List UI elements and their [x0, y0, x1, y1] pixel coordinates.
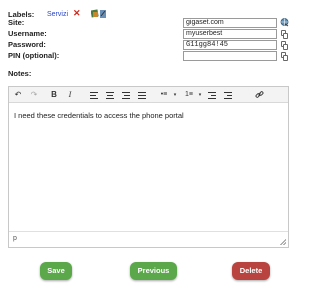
copy-pin-icon[interactable] — [281, 52, 288, 61]
undo-button[interactable]: ↶ — [13, 87, 23, 103]
outdent-button[interactable] — [207, 87, 217, 103]
copy-username-icon[interactable] — [281, 30, 288, 39]
numbered-list-dropdown-icon[interactable]: ▾ — [197, 87, 203, 103]
editor-toolbar: ↶ ↷ B I •≡ ▾ 1≡ ▾ — [9, 87, 288, 103]
bold-button[interactable]: B — [49, 87, 59, 103]
pin-label: PIN (optional): — [8, 51, 60, 60]
align-center-button[interactable] — [105, 87, 115, 103]
italic-button[interactable]: I — [65, 87, 75, 103]
delete-button[interactable]: Delete — [232, 262, 270, 280]
notes-label: Notes: — [8, 69, 32, 78]
pin-field[interactable] — [183, 51, 277, 61]
copy-password-icon[interactable] — [281, 41, 288, 50]
tag-servizi[interactable]: Servizi — [47, 11, 68, 18]
indent-button[interactable] — [223, 87, 233, 103]
previous-button[interactable]: Previous — [130, 262, 177, 280]
bullet-list-button[interactable]: •≡ — [156, 87, 172, 103]
link-icon[interactable] — [253, 87, 265, 103]
notes-editor[interactable]: ↶ ↷ B I •≡ ▾ 1≡ ▾ I need these credentia… — [8, 86, 289, 248]
delete-tag-icon[interactable]: ✕ — [73, 9, 81, 18]
align-right-button[interactable] — [121, 87, 131, 103]
label-tags-icon[interactable] — [90, 9, 107, 19]
password-label: Password: — [8, 40, 46, 49]
site-field[interactable]: gigaset.com — [183, 18, 277, 28]
username-label: Username: — [8, 29, 47, 38]
element-path: p — [13, 235, 17, 242]
editor-statusbar: p — [9, 231, 288, 247]
resize-grip-icon[interactable] — [280, 239, 286, 245]
username-field[interactable]: myuserbest — [183, 29, 277, 39]
open-site-icon[interactable] — [280, 17, 289, 27]
justify-button[interactable] — [137, 87, 147, 103]
save-button[interactable]: Save — [40, 262, 72, 280]
editor-content[interactable]: I need these credentials to access the p… — [14, 111, 184, 120]
redo-button[interactable]: ↷ — [29, 87, 39, 103]
password-field[interactable]: G11gg84!45 — [183, 40, 277, 50]
bullet-list-dropdown-icon[interactable]: ▾ — [172, 87, 178, 103]
align-left-button[interactable] — [89, 87, 99, 103]
numbered-list-button[interactable]: 1≡ — [181, 87, 197, 103]
site-label: Site: — [8, 18, 25, 27]
